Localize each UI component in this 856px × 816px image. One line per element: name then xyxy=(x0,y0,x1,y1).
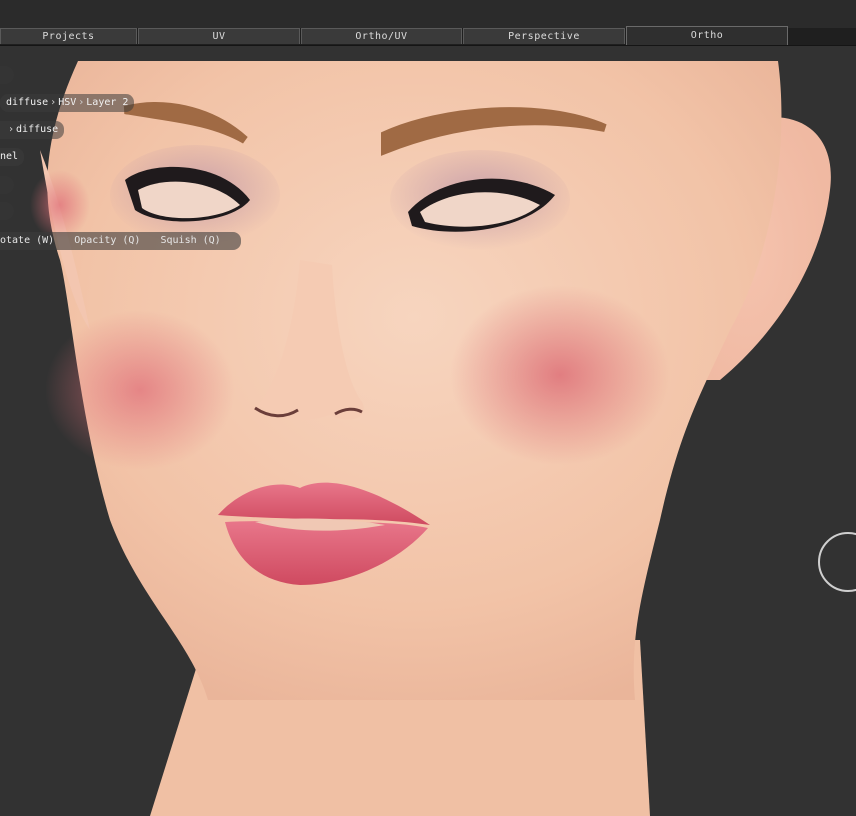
chevron-right-icon: › xyxy=(8,124,15,135)
viewport-tab-bar: Projects UV Ortho/UV Perspective Ortho xyxy=(0,26,856,46)
channel-name[interactable]: nel xyxy=(0,148,25,166)
breadcrumb-item[interactable]: diffuse xyxy=(6,97,48,108)
breadcrumb-item[interactable]: HSV xyxy=(58,97,76,108)
channel-breadcrumb: › diffuse xyxy=(0,121,65,139)
brush-tools-bar: otate (W) Opacity (Q) Squish (Q) xyxy=(0,232,241,250)
top-toolbar xyxy=(0,0,856,28)
3d-viewport[interactable]: diffuse › HSV › Layer 2 › diffuse nel otate (… xyxy=(0,46,856,816)
painted-head-model xyxy=(30,61,831,816)
layer-breadcrumb: diffuse › HSV › Layer 2 xyxy=(0,94,135,112)
tab-perspective[interactable]: Perspective xyxy=(463,28,625,44)
channel-label: nel xyxy=(0,148,25,166)
chevron-right-icon: › xyxy=(50,97,57,108)
breadcrumb-item[interactable]: diffuse xyxy=(16,124,58,135)
squish-tool[interactable]: Squish (Q) xyxy=(160,235,220,246)
tab-ortho-uv[interactable]: Ortho/UV xyxy=(301,28,462,44)
chevron-right-icon: › xyxy=(78,97,85,108)
tab-projects[interactable]: Projects xyxy=(0,28,137,44)
rotate-tool[interactable]: otate (W) xyxy=(0,235,54,246)
tab-uv[interactable]: UV xyxy=(138,28,300,44)
opacity-tool[interactable]: Opacity (Q) xyxy=(74,235,140,246)
tab-ortho[interactable]: Ortho xyxy=(626,26,788,45)
breadcrumb-item[interactable]: Layer 2 xyxy=(86,97,128,108)
